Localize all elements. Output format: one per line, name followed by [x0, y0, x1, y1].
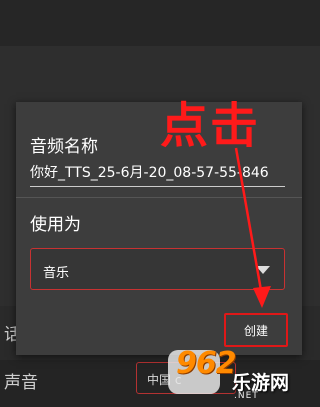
caret-down-icon[interactable] [256, 266, 270, 274]
top-bar [0, 0, 320, 46]
use-as-select[interactable]: 音乐 [30, 248, 285, 290]
use-as-value: 音乐 [43, 266, 70, 281]
create-button[interactable]: 创建 [224, 313, 288, 347]
watermark: 962 乐游网 .NET [168, 344, 318, 404]
watermark-domain: .NET [234, 391, 259, 401]
audio-name-input[interactable]: 你好_TTS_25-6月-20_08-57-55-846 [30, 160, 285, 187]
watermark-number: 962 [176, 346, 237, 381]
background-voice-label: 声音 [4, 373, 38, 393]
tap-annotation-text: 点击 [160, 98, 261, 154]
use-as-label: 使用为 [30, 215, 81, 235]
divider [16, 197, 302, 198]
audio-name-label: 音频名称 [30, 137, 98, 157]
